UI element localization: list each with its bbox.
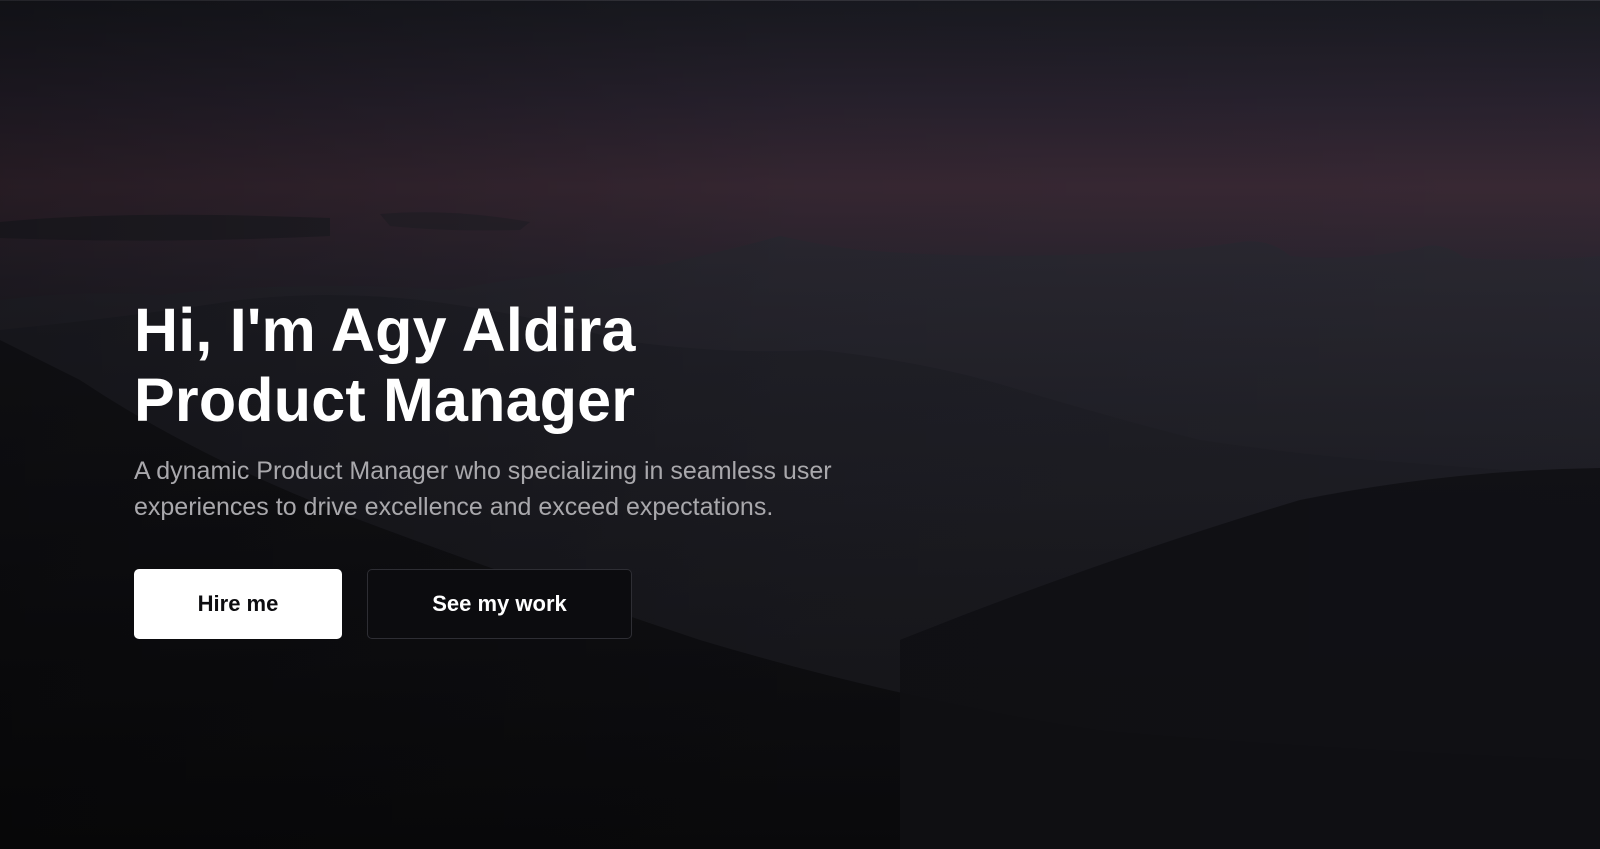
see-my-work-button[interactable]: See my work	[367, 569, 632, 639]
hero-content: Hi, I'm Agy Aldira Product Manager A dyn…	[134, 295, 1034, 639]
hero-subtitle: A dynamic Product Manager who specializi…	[134, 457, 832, 521]
hero-headline: Hi, I'm Agy Aldira Product Manager	[134, 295, 1034, 435]
hero-actions: Hire me See my work	[134, 569, 1034, 639]
headline-role: Product Manager	[134, 366, 636, 434]
headline-greeting: Hi, I'm Agy Aldira	[134, 296, 636, 364]
hero-section: Hi, I'm Agy Aldira Product Manager A dyn…	[0, 0, 1600, 849]
hire-me-button[interactable]: Hire me	[134, 569, 342, 639]
